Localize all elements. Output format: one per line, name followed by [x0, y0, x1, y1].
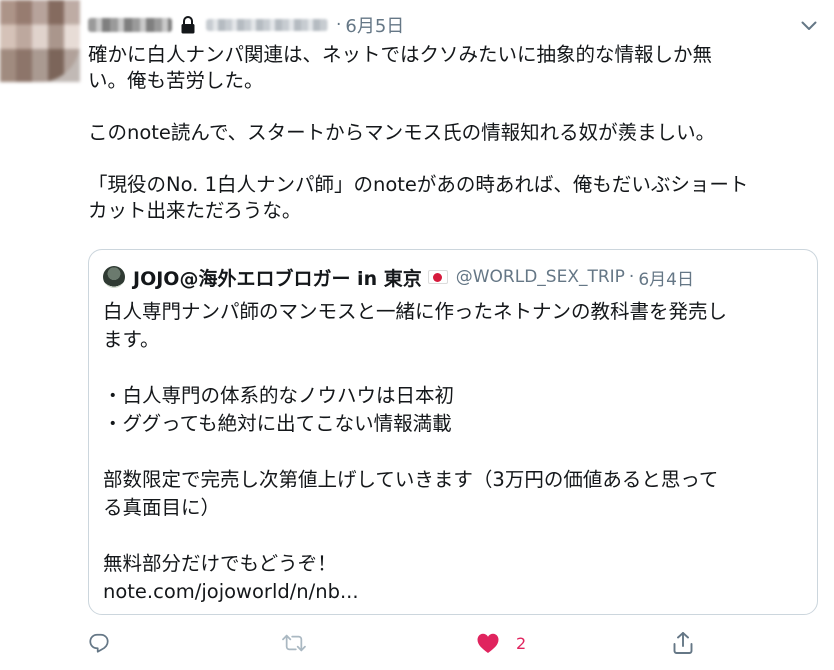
lock-icon [178, 15, 198, 35]
tweet-line: このnote読んで、スタートからマンモス氏の情報知れる奴が羨ましい。 [88, 121, 716, 144]
quote-line: ・白人専門の体系的なノウハウは日本初 [103, 384, 455, 407]
quote-line: ・ググっても絶対に出てこない情報満載 [103, 412, 452, 435]
quoted-tweet-date[interactable]: 6月4日 [638, 265, 694, 290]
author-name-blurred[interactable] [88, 18, 172, 32]
quote-link[interactable]: note.com/jojoworld/n/nb... [103, 578, 803, 606]
like-button[interactable]: 2 [476, 626, 526, 660]
quote-line: 部数限定で完売し次第値上げしていきます（3万円の価値あると思って [103, 468, 719, 491]
tweet-line: カット出来ただろうな。 [88, 199, 302, 222]
tweet-actions: 2 [88, 626, 708, 662]
tweet-date[interactable]: 6月5日 [345, 12, 404, 38]
tweet-header: · 6月5日 [88, 12, 404, 38]
heart-icon [476, 632, 500, 654]
quoted-author-name[interactable]: JOJO@海外エロブロガー in 東京 [133, 264, 422, 291]
quoted-tweet[interactable]: JOJO@海外エロブロガー in 東京 @WORLD_SEX_TRIP · 6月… [88, 249, 818, 615]
quoted-tweet-header: JOJO@海外エロブロガー in 東京 @WORLD_SEX_TRIP · 6月… [103, 264, 803, 290]
retweet-button[interactable] [281, 626, 307, 660]
chevron-down-icon [801, 16, 817, 35]
tweet-line: 「現役のNo. 1白人ナンパ師」のnoteがあの時あれば、俺もだいぶショート [88, 173, 749, 196]
quote-line: る真面目に） [103, 496, 221, 519]
retweet-icon [281, 632, 307, 654]
quoted-tweet-text: 白人専門ナンパ師のマンモスと一緒に作ったネトナンの教科書を発売し ます。 ・白人… [103, 298, 803, 606]
separator-dot: · [336, 15, 342, 35]
share-button[interactable] [672, 626, 694, 660]
quote-line: ます。 [103, 328, 160, 351]
quote-line: 無料部分だけでもどうぞ！ [103, 552, 337, 575]
author-handle-blurred[interactable] [206, 19, 328, 31]
tweet-line: 確かに白人ナンパ関連は、ネットではクソみたいに抽象的な情報しか無 [88, 43, 713, 66]
japan-flag-icon [427, 270, 448, 284]
share-icon [672, 631, 694, 655]
quoted-avatar[interactable] [103, 266, 125, 288]
quoted-author-handle[interactable]: @WORLD_SEX_TRIP [456, 267, 625, 287]
more-options-button[interactable] [798, 14, 820, 36]
tweet-text: 確かに白人ナンパ関連は、ネットではクソみたいに抽象的な情報しか無 い。俺も苦労し… [88, 42, 788, 224]
quote-line: 白人専門ナンパ師のマンモスと一緒に作ったネトナンの教科書を発売し [103, 300, 728, 323]
avatar[interactable] [0, 0, 80, 82]
separator-dot: · [628, 267, 635, 287]
like-count: 2 [516, 633, 527, 653]
reply-button[interactable] [88, 626, 110, 660]
reply-icon [88, 632, 110, 654]
tweet-line: い。俺も苦労した。 [88, 69, 264, 92]
